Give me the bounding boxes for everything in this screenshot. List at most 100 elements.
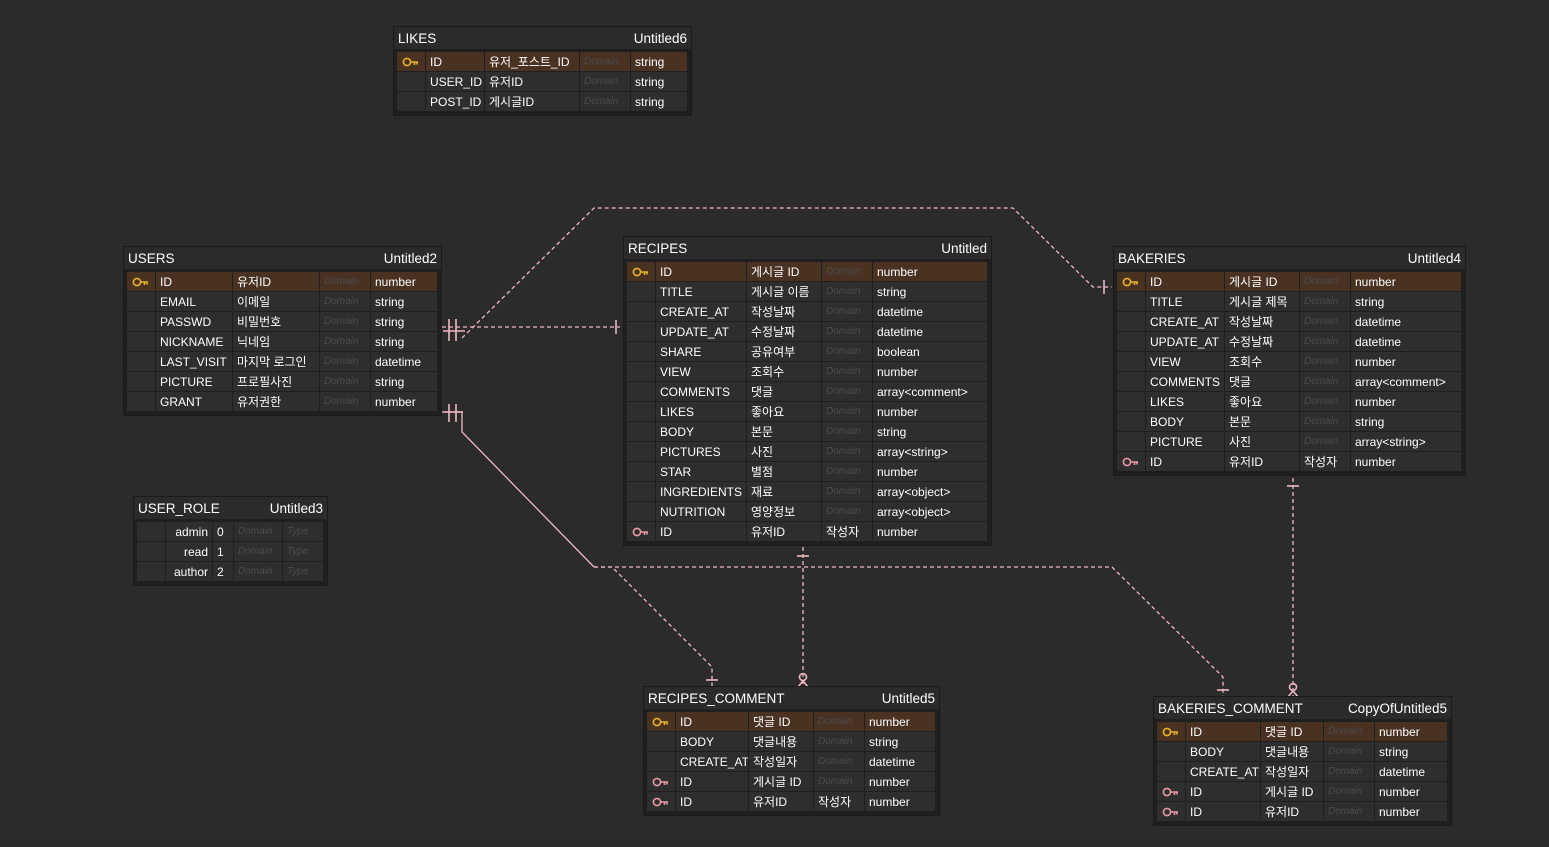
column-row[interactable]: PASSWD 비밀번호 Domain string bbox=[127, 312, 438, 332]
column-name[interactable]: ID bbox=[1146, 272, 1224, 291]
column-domain[interactable]: Domain bbox=[234, 562, 282, 581]
column-name[interactable]: ID bbox=[1186, 802, 1260, 821]
column-type[interactable]: datetime bbox=[865, 752, 935, 771]
column-type[interactable]: datetime bbox=[371, 352, 437, 371]
column-domain[interactable]: Domain bbox=[822, 482, 872, 501]
column-domain[interactable]: Domain bbox=[822, 322, 872, 341]
entity-header[interactable]: USERS Untitled2 bbox=[124, 247, 441, 269]
column-row[interactable]: TITLE 게시글 이름 Domain string bbox=[627, 282, 988, 302]
column-row[interactable]: read 1 Domain Type bbox=[137, 542, 324, 562]
column-logical[interactable]: 비밀번호 bbox=[233, 312, 319, 331]
column-name[interactable]: read bbox=[166, 542, 212, 561]
column-domain[interactable]: Domain bbox=[814, 772, 864, 791]
column-name[interactable]: ID bbox=[656, 262, 746, 281]
column-name[interactable]: ID bbox=[676, 712, 748, 731]
column-row[interactable]: POST_ID 게시글ID Domain string bbox=[397, 92, 688, 112]
column-row[interactable]: ID 댓글 ID Domain number bbox=[647, 712, 936, 732]
column-type[interactable]: number bbox=[865, 712, 935, 731]
column-logical[interactable]: 댓글 bbox=[1225, 372, 1299, 391]
column-logical[interactable]: 닉네임 bbox=[233, 332, 319, 351]
column-row[interactable]: author 2 Domain Type bbox=[137, 562, 324, 582]
column-row[interactable]: LIKES 좋아요 Domain number bbox=[1117, 392, 1462, 412]
column-row[interactable]: ID 유저ID 작성자 number bbox=[647, 792, 936, 812]
column-row[interactable]: BODY 본문 Domain string bbox=[1117, 412, 1462, 432]
column-type[interactable]: boolean bbox=[873, 342, 987, 361]
column-logical[interactable]: 유저ID bbox=[485, 72, 579, 91]
column-type[interactable]: number bbox=[1375, 802, 1447, 821]
column-domain[interactable]: Domain bbox=[1300, 412, 1350, 431]
column-domain[interactable]: Domain bbox=[320, 372, 370, 391]
column-domain[interactable]: Domain bbox=[1324, 802, 1374, 821]
column-row[interactable]: UPDATE_AT 수정날짜 Domain datetime bbox=[627, 322, 988, 342]
column-logical[interactable]: 댓글 ID bbox=[749, 712, 813, 731]
column-name[interactable]: POST_ID bbox=[426, 92, 484, 111]
column-logical[interactable]: 1 bbox=[213, 542, 233, 561]
column-name[interactable]: author bbox=[166, 562, 212, 581]
column-type[interactable]: number bbox=[865, 792, 935, 811]
column-row[interactable]: ID 게시글 ID Domain number bbox=[627, 262, 988, 282]
column-logical[interactable]: 별점 bbox=[747, 462, 821, 481]
column-type[interactable]: number bbox=[1351, 452, 1461, 471]
column-type[interactable]: string bbox=[371, 372, 437, 391]
column-row[interactable]: EMAIL 이메일 Domain string bbox=[127, 292, 438, 312]
column-domain[interactable]: Domain bbox=[822, 402, 872, 421]
column-logical[interactable]: 유저ID bbox=[747, 522, 821, 541]
column-type[interactable]: number bbox=[873, 402, 987, 421]
entity-user-role[interactable]: USER_ROLE Untitled3 admin 0 Domain Type read 1 D… bbox=[134, 497, 327, 585]
column-logical[interactable]: 본문 bbox=[747, 422, 821, 441]
column-name[interactable]: BODY bbox=[1186, 742, 1260, 761]
column-name[interactable]: VIEW bbox=[656, 362, 746, 381]
column-type[interactable]: datetime bbox=[1375, 762, 1447, 781]
column-domain[interactable]: Domain bbox=[1324, 782, 1374, 801]
column-logical[interactable]: 사진 bbox=[747, 442, 821, 461]
column-type[interactable]: Type bbox=[283, 522, 323, 541]
column-logical[interactable]: 유저_포스트_ID bbox=[485, 52, 579, 71]
column-domain[interactable]: Domain bbox=[814, 752, 864, 771]
column-row[interactable]: VIEW 조회수 Domain number bbox=[627, 362, 988, 382]
column-logical[interactable]: 사진 bbox=[1225, 432, 1299, 451]
column-type[interactable]: number bbox=[865, 772, 935, 791]
column-domain[interactable]: Domain bbox=[822, 462, 872, 481]
column-type[interactable]: string bbox=[631, 92, 687, 111]
column-name[interactable]: USER_ID bbox=[426, 72, 484, 91]
column-name[interactable]: BODY bbox=[1146, 412, 1224, 431]
column-domain[interactable]: Domain bbox=[1300, 432, 1350, 451]
column-name[interactable]: LIKES bbox=[1146, 392, 1224, 411]
column-logical[interactable]: 유저ID bbox=[1225, 452, 1299, 471]
column-logical[interactable]: 작성일자 bbox=[749, 752, 813, 771]
column-row[interactable]: ID 게시글 ID Domain number bbox=[647, 772, 936, 792]
column-type[interactable]: string bbox=[371, 332, 437, 351]
column-domain[interactable]: Domain bbox=[822, 502, 872, 521]
column-logical[interactable]: 댓글내용 bbox=[1261, 742, 1323, 761]
column-name[interactable]: ID bbox=[1146, 452, 1224, 471]
column-type[interactable]: string bbox=[631, 52, 687, 71]
column-domain[interactable]: Domain bbox=[814, 732, 864, 751]
column-row[interactable]: UPDATE_AT 수정날짜 Domain datetime bbox=[1117, 332, 1462, 352]
column-logical[interactable]: 게시글 ID bbox=[1261, 782, 1323, 801]
column-type[interactable]: string bbox=[1351, 292, 1461, 311]
column-type[interactable]: number bbox=[1351, 272, 1461, 291]
column-domain[interactable]: Domain bbox=[822, 362, 872, 381]
column-type[interactable]: array<comment> bbox=[1351, 372, 1461, 391]
column-type[interactable]: string bbox=[1375, 742, 1447, 761]
entity-likes[interactable]: LIKES Untitled6 ID 유저_포스트_ID Domain string USE… bbox=[394, 27, 691, 115]
column-logical[interactable]: 본문 bbox=[1225, 412, 1299, 431]
column-name[interactable]: UPDATE_AT bbox=[1146, 332, 1224, 351]
column-domain[interactable]: Domain bbox=[814, 712, 864, 731]
column-logical[interactable]: 댓글내용 bbox=[749, 732, 813, 751]
erd-canvas[interactable]: LIKES Untitled6 ID 유저_포스트_ID Domain string USE… bbox=[0, 0, 1549, 847]
column-row[interactable]: ID 유저ID Domain number bbox=[127, 272, 438, 292]
column-domain[interactable]: Domain bbox=[580, 72, 630, 91]
column-name[interactable]: BODY bbox=[676, 732, 748, 751]
column-logical[interactable]: 재료 bbox=[747, 482, 821, 501]
column-logical[interactable]: 2 bbox=[213, 562, 233, 581]
column-type[interactable]: number bbox=[371, 272, 437, 291]
column-domain[interactable]: Domain bbox=[1300, 392, 1350, 411]
entity-header[interactable]: LIKES Untitled6 bbox=[394, 27, 691, 49]
column-type[interactable]: number bbox=[873, 522, 987, 541]
column-type[interactable]: array<string> bbox=[873, 442, 987, 461]
column-name[interactable]: INGREDIENTS bbox=[656, 482, 746, 501]
column-name[interactable]: TITLE bbox=[1146, 292, 1224, 311]
column-row[interactable]: admin 0 Domain Type bbox=[137, 522, 324, 542]
column-row[interactable]: LAST_VISIT 마지막 로그인 Domain datetime bbox=[127, 352, 438, 372]
